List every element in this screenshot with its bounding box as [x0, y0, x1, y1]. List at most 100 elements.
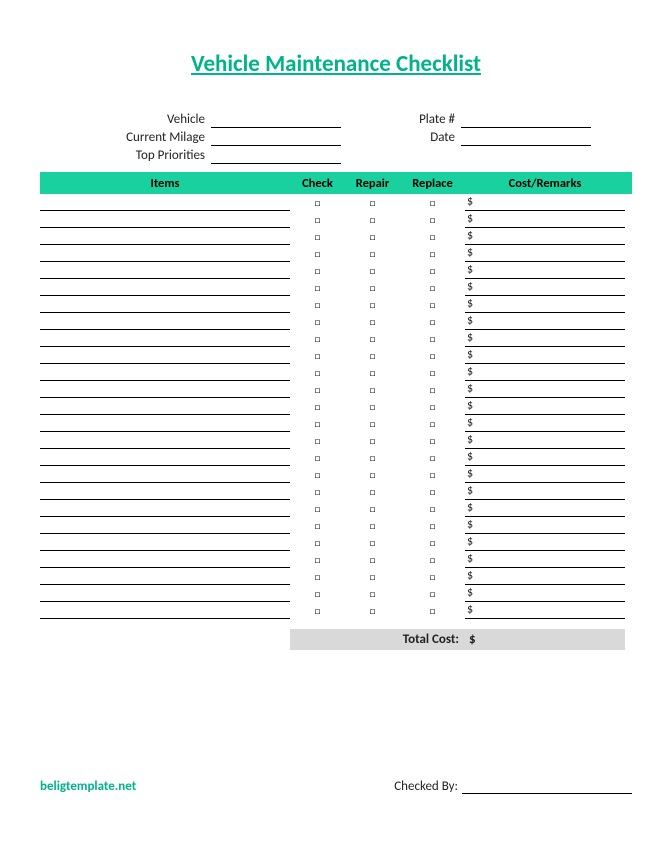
cost-field[interactable]: $: [465, 245, 625, 262]
replace-box[interactable]: □: [400, 449, 465, 466]
repair-box[interactable]: □: [345, 449, 400, 466]
check-box[interactable]: □: [290, 483, 345, 500]
cost-field[interactable]: $: [465, 449, 625, 466]
cost-field[interactable]: $: [465, 483, 625, 500]
vehicle-field[interactable]: [211, 112, 341, 128]
repair-box[interactable]: □: [345, 466, 400, 483]
check-box[interactable]: □: [290, 364, 345, 381]
replace-box[interactable]: □: [400, 296, 465, 313]
item-field[interactable]: [40, 398, 290, 415]
item-field[interactable]: [40, 262, 290, 279]
replace-box[interactable]: □: [400, 432, 465, 449]
cost-field[interactable]: $: [465, 347, 625, 364]
repair-box[interactable]: □: [345, 398, 400, 415]
repair-box[interactable]: □: [345, 381, 400, 398]
replace-box[interactable]: □: [400, 245, 465, 262]
replace-box[interactable]: □: [400, 211, 465, 228]
check-box[interactable]: □: [290, 381, 345, 398]
check-box[interactable]: □: [290, 245, 345, 262]
cost-field[interactable]: $: [465, 211, 625, 228]
check-box[interactable]: □: [290, 466, 345, 483]
replace-box[interactable]: □: [400, 313, 465, 330]
repair-box[interactable]: □: [345, 500, 400, 517]
repair-box[interactable]: □: [345, 483, 400, 500]
item-field[interactable]: [40, 449, 290, 466]
milage-field[interactable]: [211, 130, 341, 146]
cost-field[interactable]: $: [465, 551, 625, 568]
cost-field[interactable]: $: [465, 585, 625, 602]
item-field[interactable]: [40, 330, 290, 347]
item-field[interactable]: [40, 551, 290, 568]
replace-box[interactable]: □: [400, 585, 465, 602]
item-field[interactable]: [40, 500, 290, 517]
cost-field[interactable]: $: [465, 432, 625, 449]
replace-box[interactable]: □: [400, 602, 465, 619]
cost-field[interactable]: $: [465, 398, 625, 415]
item-field[interactable]: [40, 534, 290, 551]
check-box[interactable]: □: [290, 568, 345, 585]
check-box[interactable]: □: [290, 330, 345, 347]
repair-box[interactable]: □: [345, 313, 400, 330]
check-box[interactable]: □: [290, 432, 345, 449]
item-field[interactable]: [40, 415, 290, 432]
item-field[interactable]: [40, 568, 290, 585]
check-box[interactable]: □: [290, 313, 345, 330]
item-field[interactable]: [40, 602, 290, 619]
repair-box[interactable]: □: [345, 517, 400, 534]
check-box[interactable]: □: [290, 415, 345, 432]
replace-box[interactable]: □: [400, 500, 465, 517]
check-box[interactable]: □: [290, 279, 345, 296]
replace-box[interactable]: □: [400, 228, 465, 245]
cost-field[interactable]: $: [465, 228, 625, 245]
replace-box[interactable]: □: [400, 568, 465, 585]
replace-box[interactable]: □: [400, 194, 465, 211]
check-box[interactable]: □: [290, 262, 345, 279]
item-field[interactable]: [40, 483, 290, 500]
replace-box[interactable]: □: [400, 415, 465, 432]
check-box[interactable]: □: [290, 194, 345, 211]
replace-box[interactable]: □: [400, 364, 465, 381]
cost-field[interactable]: $: [465, 262, 625, 279]
item-field[interactable]: [40, 211, 290, 228]
repair-box[interactable]: □: [345, 602, 400, 619]
repair-box[interactable]: □: [345, 585, 400, 602]
item-field[interactable]: [40, 466, 290, 483]
cost-field[interactable]: $: [465, 568, 625, 585]
replace-box[interactable]: □: [400, 381, 465, 398]
check-box[interactable]: □: [290, 534, 345, 551]
repair-box[interactable]: □: [345, 194, 400, 211]
cost-field[interactable]: $: [465, 415, 625, 432]
check-box[interactable]: □: [290, 347, 345, 364]
replace-box[interactable]: □: [400, 534, 465, 551]
repair-box[interactable]: □: [345, 568, 400, 585]
check-box[interactable]: □: [290, 551, 345, 568]
cost-field[interactable]: $: [465, 296, 625, 313]
replace-box[interactable]: □: [400, 398, 465, 415]
item-field[interactable]: [40, 364, 290, 381]
item-field[interactable]: [40, 313, 290, 330]
repair-box[interactable]: □: [345, 262, 400, 279]
repair-box[interactable]: □: [345, 245, 400, 262]
item-field[interactable]: [40, 432, 290, 449]
check-box[interactable]: □: [290, 585, 345, 602]
repair-box[interactable]: □: [345, 432, 400, 449]
repair-box[interactable]: □: [345, 296, 400, 313]
item-field[interactable]: [40, 585, 290, 602]
repair-box[interactable]: □: [345, 551, 400, 568]
check-box[interactable]: □: [290, 500, 345, 517]
repair-box[interactable]: □: [345, 364, 400, 381]
check-box[interactable]: □: [290, 602, 345, 619]
item-field[interactable]: [40, 347, 290, 364]
item-field[interactable]: [40, 245, 290, 262]
cost-field[interactable]: $: [465, 330, 625, 347]
check-box[interactable]: □: [290, 517, 345, 534]
cost-field[interactable]: $: [465, 517, 625, 534]
repair-box[interactable]: □: [345, 228, 400, 245]
replace-box[interactable]: □: [400, 262, 465, 279]
replace-box[interactable]: □: [400, 279, 465, 296]
repair-box[interactable]: □: [345, 330, 400, 347]
cost-field[interactable]: $: [465, 602, 625, 619]
check-box[interactable]: □: [290, 228, 345, 245]
cost-field[interactable]: $: [465, 534, 625, 551]
cost-field[interactable]: $: [465, 194, 625, 211]
